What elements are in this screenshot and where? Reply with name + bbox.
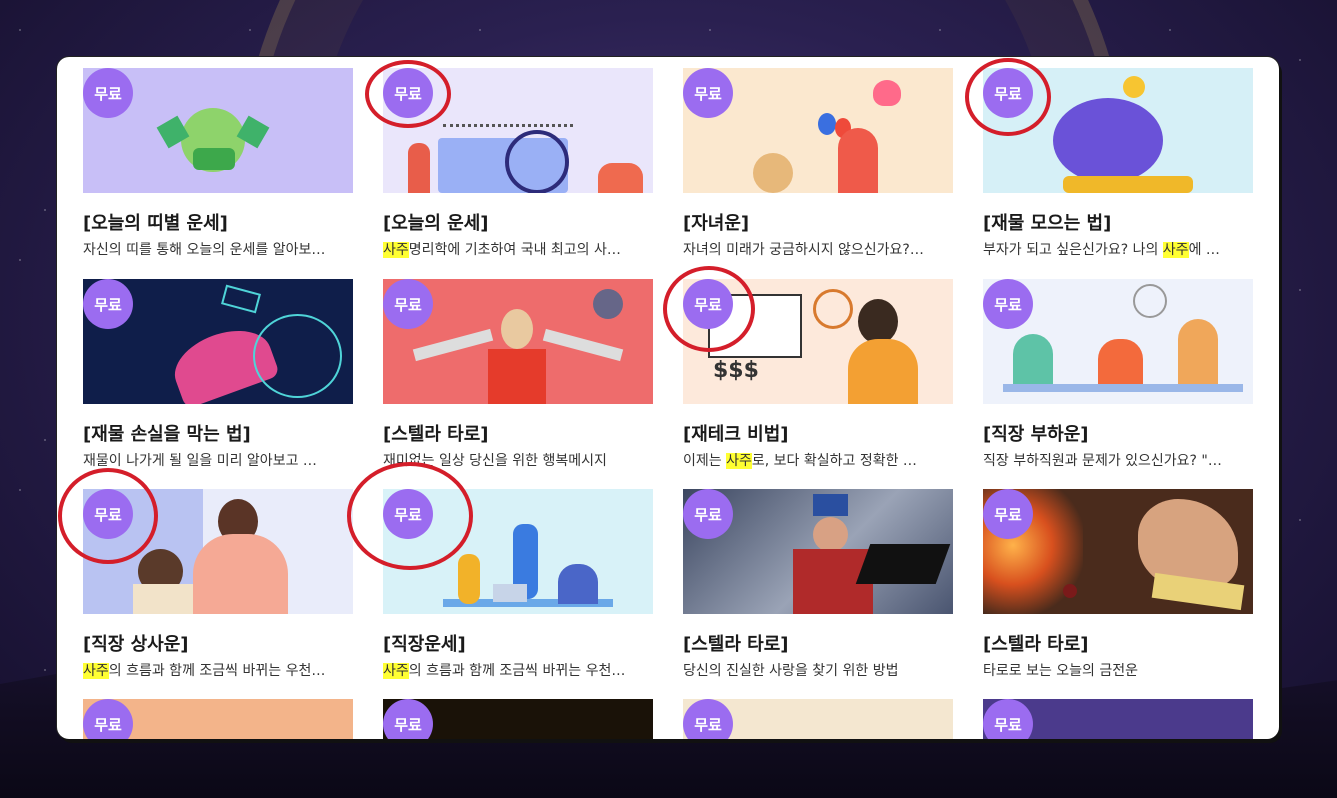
desc-text: 재물이 나가게 될 일을 미리 알아보고 … — [83, 453, 317, 469]
card-title[interactable]: [직장운세] — [383, 630, 466, 656]
content-card[interactable]: 무료 [오늘의 띠별 운세] 자신의 띠를 통해 오늘의 운세를 알아보… — [83, 68, 353, 263]
card-thumbnail[interactable]: 무료 — [83, 279, 353, 404]
free-badge: 무료 — [83, 68, 133, 118]
content-card[interactable]: 무료 [직장운세] 사주의 흐름과 함께 조금씩 바뀌는 우천… — [383, 489, 653, 684]
card-description: 당신의 진실한 사랑을 찾기 위한 방법 — [683, 660, 953, 680]
card-title[interactable]: [직장 부하운] — [983, 420, 1089, 446]
free-badge: 무료 — [983, 68, 1033, 118]
card-description: 타로로 보는 오늘의 금전운 — [983, 660, 1253, 680]
desc-text-rest: 로, 보다 확실하고 정확한 … — [751, 453, 917, 469]
free-badge: 무료 — [683, 68, 733, 118]
card-title[interactable]: [오늘의 띠별 운세] — [83, 209, 228, 235]
free-badge: 무료 — [983, 489, 1033, 539]
card-thumbnail[interactable]: 무료 — [983, 699, 1253, 739]
card-description: 직장 부하직원과 문제가 있으신가요? "… — [983, 450, 1253, 470]
card-thumbnail[interactable]: 무료 — [983, 489, 1253, 614]
desc-text: 재미없는 일상 당신을 위한 행복메시지 — [383, 453, 607, 469]
content-card[interactable]: 무료 [재물 손실을 막는 법] 재물이 나가게 될 일을 미리 알아보고 … — [83, 279, 353, 474]
desc-text-rest: 명리학에 기초하여 국내 최고의 사… — [408, 242, 621, 258]
highlighted-keyword: 사주 — [726, 453, 752, 469]
card-description: 사주명리학에 기초하여 국내 최고의 사… — [383, 239, 653, 259]
card-description: 사주의 흐름과 함께 조금씩 바뀌는 우천… — [83, 660, 353, 680]
content-card-partial[interactable]: 무료 — [683, 699, 953, 739]
content-card[interactable]: 무료 [오늘의 운세] 사주명리학에 기초하여 국내 최고의 사… — [383, 68, 653, 263]
content-card-partial[interactable]: 무료 — [383, 699, 653, 739]
highlighted-keyword: 사주 — [83, 663, 109, 679]
card-thumbnail[interactable]: 무료 — [983, 68, 1253, 193]
card-title[interactable]: [스텔라 타로] — [383, 420, 489, 446]
free-badge: 무료 — [383, 699, 433, 739]
card-description: 자신의 띠를 통해 오늘의 운세를 알아보… — [83, 239, 353, 259]
desc-text: 타로로 보는 오늘의 금전운 — [983, 663, 1139, 679]
highlighted-keyword: 사주 — [383, 663, 409, 679]
content-card[interactable]: 무료 [자녀운] 자녀의 미래가 궁금하시지 않으신가요?… — [683, 68, 953, 263]
card-thumbnail[interactable]: 무료 — [383, 489, 653, 614]
card-title[interactable]: [재물 손실을 막는 법] — [83, 420, 251, 446]
highlighted-keyword: 사주 — [1162, 242, 1189, 258]
desc-text: 부자가 되고 싶은신가요? 나의 — [983, 242, 1163, 258]
content-card[interactable]: 무료 [스텔라 타로] 재미없는 일상 당신을 위한 행복메시지 — [383, 279, 653, 474]
free-badge: 무료 — [83, 489, 133, 539]
desc-text: 이제는 — [683, 453, 727, 469]
card-title[interactable]: [스텔라 타로] — [983, 630, 1089, 656]
card-title[interactable]: [스텔라 타로] — [683, 630, 789, 656]
free-badge: 무료 — [983, 699, 1033, 739]
card-description: 재물이 나가게 될 일을 미리 알아보고 … — [83, 450, 353, 470]
desc-text: 자녀의 미래가 궁금하시지 않으신가요?… — [683, 242, 924, 258]
free-badge: 무료 — [683, 699, 733, 739]
card-thumbnail[interactable]: 무료 — [83, 68, 353, 193]
desc-text-rest: 에 … — [1188, 242, 1220, 258]
free-badge: 무료 — [983, 279, 1033, 329]
card-description: 이제는 사주로, 보다 확실하고 정확한 … — [683, 450, 953, 470]
card-description: 사주의 흐름과 함께 조금씩 바뀌는 우천… — [383, 660, 653, 680]
card-thumbnail[interactable]: 무료 — [83, 699, 353, 739]
content-card[interactable]: 무료 [재물 모으는 법] 부자가 되고 싶은신가요? 나의 사주에 … — [983, 68, 1253, 263]
card-title[interactable]: [자녀운] — [683, 209, 749, 235]
card-thumbnail[interactable]: 무료 — [983, 279, 1253, 404]
card-thumbnail[interactable]: 무료 — [83, 489, 353, 614]
content-card-partial[interactable]: 무료 — [83, 699, 353, 739]
free-badge: 무료 — [683, 489, 733, 539]
card-description: 자녀의 미래가 궁금하시지 않으신가요?… — [683, 239, 953, 259]
card-thumbnail[interactable]: 무료 — [383, 699, 653, 739]
free-badge: 무료 — [83, 699, 133, 739]
free-badge: 무료 — [383, 489, 433, 539]
card-title[interactable]: [직장 상사운] — [83, 630, 189, 656]
free-badge: 무료 — [383, 68, 433, 118]
desc-text: 직장 부하직원과 문제가 있으신가요? "… — [983, 453, 1222, 469]
content-card[interactable]: $$$ 무료 [재테크 비법] 이제는 사주로, 보다 확실하고 정확한 … — [683, 279, 953, 474]
content-card[interactable]: 무료 [스텔라 타로] 당신의 진실한 사랑을 찾기 위한 방법 — [683, 489, 953, 684]
free-badge: 무료 — [83, 279, 133, 329]
content-panel: 무료 [오늘의 띠별 운세] 자신의 띠를 통해 오늘의 운세를 알아보… 무료 [오늘… — [57, 57, 1279, 739]
free-badge: 무료 — [683, 279, 733, 329]
card-thumbnail[interactable]: 무료 — [383, 279, 653, 404]
content-card[interactable]: 무료 [직장 상사운] 사주의 흐름과 함께 조금씩 바뀌는 우천… — [83, 489, 353, 684]
card-title[interactable]: [오늘의 운세] — [383, 209, 489, 235]
card-title[interactable]: [재테크 비법] — [683, 420, 789, 446]
free-badge: 무료 — [383, 279, 433, 329]
desc-text: 자신의 띠를 통해 오늘의 운세를 알아보… — [83, 242, 326, 258]
card-description: 재미없는 일상 당신을 위한 행복메시지 — [383, 450, 653, 470]
card-thumbnail[interactable]: 무료 — [683, 699, 953, 739]
content-card[interactable]: 무료 [스텔라 타로] 타로로 보는 오늘의 금전운 — [983, 489, 1253, 684]
card-thumbnail[interactable]: $$$ 무료 — [683, 279, 953, 404]
highlighted-keyword: 사주 — [383, 242, 409, 258]
card-thumbnail[interactable]: 무료 — [683, 68, 953, 193]
card-description: 부자가 되고 싶은신가요? 나의 사주에 … — [983, 239, 1253, 259]
card-thumbnail[interactable]: 무료 — [383, 68, 653, 193]
desc-text-rest: 의 흐름과 함께 조금씩 바뀌는 우천… — [108, 663, 326, 679]
content-card-partial[interactable]: 무료 — [983, 699, 1253, 739]
card-thumbnail[interactable]: 무료 — [683, 489, 953, 614]
content-card[interactable]: 무료 [직장 부하운] 직장 부하직원과 문제가 있으신가요? "… — [983, 279, 1253, 474]
desc-text-rest: 의 흐름과 함께 조금씩 바뀌는 우천… — [408, 663, 626, 679]
desc-text: 당신의 진실한 사랑을 찾기 위한 방법 — [683, 663, 899, 679]
card-title[interactable]: [재물 모으는 법] — [983, 209, 1111, 235]
